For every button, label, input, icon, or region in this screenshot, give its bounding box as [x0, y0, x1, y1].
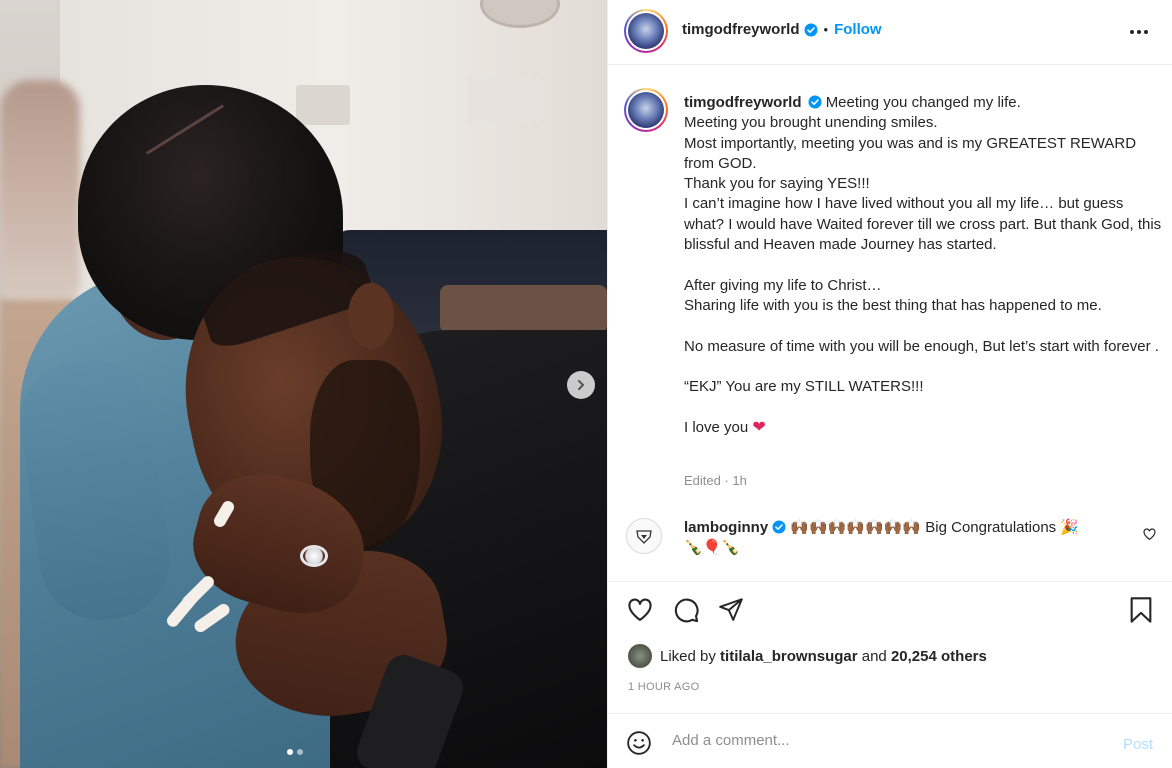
caption-blank-line [684, 316, 1164, 336]
caption-blank-line [684, 397, 1164, 417]
paper-plane-icon [719, 598, 743, 621]
caption-author-avatar[interactable] [624, 88, 668, 132]
heart-outline-icon [628, 598, 652, 621]
photo-man-ear [348, 283, 394, 349]
photo-background-person [0, 80, 80, 310]
photo-chair [440, 285, 607, 333]
more-dot [1130, 30, 1134, 34]
photo-engagement-ring [300, 545, 328, 567]
commenter-avatar[interactable] [626, 518, 662, 554]
post-header: timgodfreyworld • Follow [608, 0, 1172, 65]
add-comment-bar: Post [608, 713, 1172, 768]
likes-and: and [861, 647, 887, 665]
author-username[interactable]: timgodfreyworld [682, 21, 800, 38]
liker-avatar[interactable] [628, 644, 652, 668]
chevron-right-icon [578, 380, 584, 390]
caption-line: “EKJ” You are my STILL WATERS!!! [684, 378, 924, 396]
comments-section[interactable]: timgodfreyworld Meeting you changed my l… [608, 66, 1172, 582]
caption-line: I love you [684, 418, 749, 436]
emoji-picker-button[interactable] [626, 730, 652, 761]
comment-body: lamboginny 🙌🏾🙌🏾🙌🏾🙌🏾🙌🏾🙌🏾🙌🏾 Big Congratula… [684, 518, 1124, 558]
comment-input[interactable] [672, 732, 1092, 749]
heart-outline-icon [1143, 528, 1156, 541]
lambo-logo-icon [636, 530, 652, 544]
photo-wall-frame [296, 85, 350, 125]
more-dot [1137, 30, 1141, 34]
commenter-username[interactable]: lamboginny [684, 519, 768, 536]
post-actions [608, 596, 1172, 632]
follow-button[interactable]: Follow [834, 21, 882, 38]
more-options-button[interactable] [1127, 20, 1151, 44]
verified-badge-icon [772, 520, 786, 534]
post-timestamp[interactable]: 1 HOUR AGO [628, 681, 699, 693]
smiley-face-icon [627, 731, 651, 755]
caption-line: Most importantly, meeting you was and is… [684, 134, 1137, 172]
bookmark-icon [1130, 597, 1152, 623]
author-avatar[interactable] [624, 9, 668, 53]
comment-button[interactable] [672, 596, 700, 629]
comment-emojis: 🙌🏾🙌🏾🙌🏾🙌🏾🙌🏾🙌🏾🙌🏾 [790, 519, 922, 536]
comment-text: Big Congratulations [925, 519, 1057, 536]
more-dot [1144, 30, 1148, 34]
caption-blank-line [684, 255, 1164, 275]
post-caption: timgodfreyworld Meeting you changed my l… [684, 93, 1164, 438]
red-heart-emoji: ❤ [752, 418, 766, 436]
comment-emojis-line2: 🍾🎈🍾 [684, 539, 741, 556]
separator-dot: • [823, 22, 829, 37]
post-photo[interactable] [0, 0, 607, 768]
share-button[interactable] [718, 596, 744, 627]
save-button[interactable] [1129, 596, 1153, 629]
edited-timestamp: Edited · 1h [684, 473, 747, 488]
author-name-row: timgodfreyworld • Follow [682, 21, 882, 38]
comment-emoji-suffix: 🎉 [1060, 519, 1080, 536]
caption-line: Meeting you brought unending smiles. [684, 114, 938, 132]
likes-prefix: Liked by [660, 647, 716, 665]
post-side-panel: timgodfreyworld • Follow timgodfreyworld… [607, 0, 1172, 768]
caption-line: Thank you for saying YES!!! [684, 175, 870, 193]
comment-bubble-icon [674, 598, 699, 623]
verified-badge-icon [804, 23, 818, 36]
likes-summary: Liked by titilala_brownsugar and 20,254 … [628, 644, 987, 668]
caption-line: No measure of time with you will be enou… [684, 337, 1159, 355]
carousel-dot [297, 749, 303, 755]
liker-username[interactable]: titilala_brownsugar [720, 648, 858, 665]
caption-line: After giving my life to Christ… [684, 276, 882, 294]
caption-line: Sharing life with you is the best thing … [684, 296, 1102, 314]
caption-line: I can’t imagine how I have lived without… [684, 195, 1162, 254]
like-button[interactable] [626, 596, 654, 629]
carousel-indicator [287, 749, 303, 755]
likes-others-link[interactable]: 20,254 others [891, 648, 987, 665]
caption-line: Meeting you changed my life. [825, 94, 1021, 111]
caption-author-username[interactable]: timgodfreyworld [684, 94, 802, 111]
photo-wall-frame [468, 78, 542, 122]
carousel-next-button[interactable] [567, 371, 595, 399]
caption-blank-line [684, 357, 1164, 377]
comment-like-button[interactable] [1143, 528, 1156, 546]
post-comment-button[interactable]: Post [1123, 736, 1153, 753]
verified-badge-icon [808, 95, 822, 109]
carousel-dot-active [287, 749, 293, 755]
